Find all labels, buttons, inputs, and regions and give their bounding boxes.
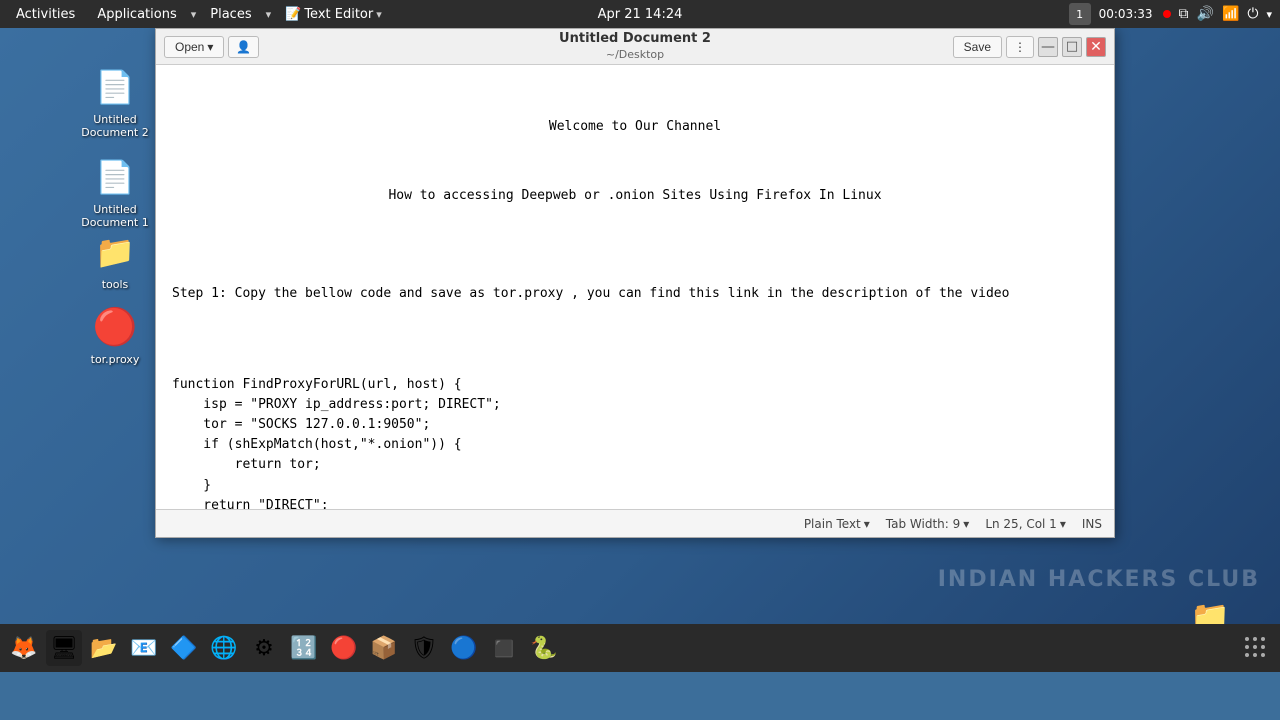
text-editor-menu[interactable]: 📝 Text Editor ▾	[277, 5, 390, 24]
open-button[interactable]: Open ▾	[164, 36, 224, 58]
store-taskbar-icon[interactable]: 📦	[366, 630, 402, 666]
window-btn[interactable]: ⧉	[1179, 6, 1189, 22]
applications-menu[interactable]: Applications	[89, 5, 184, 24]
topbar-datetime: Apr 21 14:24	[598, 7, 683, 22]
applications-arrow: ▾	[191, 8, 197, 21]
maximize-button[interactable]: □	[1062, 37, 1082, 57]
apps-grid-button[interactable]	[1238, 630, 1274, 666]
places-menu[interactable]: Places	[202, 5, 259, 24]
apps-grid-icon	[1245, 637, 1267, 659]
plain-text-dropdown[interactable]: Plain Text ▾	[804, 517, 870, 531]
topbar-left: Activities Applications ▾ Places ▾ 📝 Tex…	[8, 5, 390, 24]
settings-taskbar-icon[interactable]: ⚙	[246, 630, 282, 666]
calc-taskbar-icon[interactable]: 🔢	[286, 630, 322, 666]
desktop-icon-tools[interactable]: 📁 tools	[75, 228, 155, 291]
text-editor-name: Text Editor	[304, 7, 373, 22]
window-controls: Save ⋮ — □ ✕	[953, 36, 1106, 58]
down-arrow[interactable]: ▾	[1266, 8, 1272, 21]
editor-statusbar: Plain Text ▾ Tab Width: 9 ▾ Ln 25, Col 1…	[156, 509, 1114, 537]
step1-intro: Step 1: Copy the bellow code and save as…	[172, 284, 1098, 304]
untitled2-icon: 📄	[91, 63, 139, 111]
taskbar: 🦊 🖥 📂 📧 🔷 🌐 ⚙ 🔢 🔴 📦 🛡 🔵 ⬛ 🐍	[0, 624, 1280, 672]
cursor-pos-arrow: ▾	[1060, 517, 1066, 531]
tab-width-label: Tab Width: 9	[886, 517, 960, 531]
tab-width-dropdown[interactable]: Tab Width: 9 ▾	[886, 517, 970, 531]
mail-taskbar-icon[interactable]: 📧	[126, 630, 162, 666]
minimize-button[interactable]: —	[1038, 37, 1058, 57]
browser-taskbar-icon[interactable]: 🌐	[206, 630, 242, 666]
taskbar-end	[1238, 630, 1274, 666]
menu-button[interactable]: ⋮	[1006, 36, 1034, 58]
desktop-icon-tor-proxy[interactable]: 🔴 tor.proxy	[75, 303, 155, 366]
untitled1-label: UntitledDocument 1	[81, 203, 148, 229]
activities-button[interactable]: Activities	[8, 5, 83, 24]
editor-titlebar: Open ▾ 👤 Untitled Document 2 ~/Desktop S…	[156, 29, 1114, 65]
open-arrow: ▾	[207, 40, 213, 54]
battery-time: 00:03:33	[1099, 7, 1153, 21]
subtitle-heading: How to accessing Deepweb or .onion Sites…	[172, 186, 1098, 206]
workspace-indicator[interactable]: 1	[1069, 3, 1091, 25]
places-arrow: ▾	[266, 8, 272, 21]
topbar: Activities Applications ▾ Places ▾ 📝 Tex…	[0, 0, 1280, 28]
welcome-heading: Welcome to Our Channel	[172, 117, 1098, 137]
tools-icon: 📁	[91, 228, 139, 276]
untitled2-label: UntitledDocument 2	[81, 113, 148, 139]
files-taskbar-icon[interactable]: 📂	[86, 630, 122, 666]
power-icon[interactable]: ⏻	[1247, 6, 1258, 22]
tor-proxy-label: tor.proxy	[91, 353, 140, 366]
cursor-pos-dropdown[interactable]: Ln 25, Col 1 ▾	[985, 517, 1066, 531]
desktop: 📄 UntitledDocument 2 📁 shodenAutomate at…	[0, 28, 1280, 672]
firefox-taskbar-icon[interactable]: 🦊	[6, 630, 42, 666]
open-label: Open	[175, 40, 204, 54]
code-block: function FindProxyForURL(url, host) { is…	[172, 375, 1098, 509]
editor-window: Open ▾ 👤 Untitled Document 2 ~/Desktop S…	[155, 28, 1115, 538]
text-editor-label: 📝	[285, 7, 301, 22]
terminal2-taskbar-icon[interactable]: ⬛	[486, 630, 522, 666]
cursor-pos-label: Ln 25, Col 1	[985, 517, 1057, 531]
shield-taskbar-icon[interactable]: 🛡	[406, 630, 442, 666]
battery-indicator	[1163, 10, 1171, 18]
tools-label: tools	[102, 278, 129, 291]
editor-content[interactable]: Welcome to Our Channel How to accessing …	[156, 65, 1114, 509]
plain-text-label: Plain Text	[804, 517, 861, 531]
editor-title-center: Untitled Document 2 ~/Desktop	[559, 31, 711, 62]
desktop-icon-untitled1[interactable]: 📄 UntitledDocument 1	[75, 153, 155, 229]
save-button[interactable]: Save	[953, 36, 1002, 58]
topbar-right: 1 00:03:33 ⧉ 🔊 📶 ⏻ ▾	[1069, 3, 1272, 25]
ins-indicator: INS	[1082, 517, 1102, 531]
untitled1-icon: 📄	[91, 153, 139, 201]
network-icon[interactable]: 📶	[1222, 6, 1239, 22]
text-editor-arrow: ▾	[376, 8, 382, 21]
red-app-taskbar-icon[interactable]: 🔴	[326, 630, 362, 666]
blue-app-taskbar-icon[interactable]: 🔵	[446, 630, 482, 666]
tab-width-arrow: ▾	[963, 517, 969, 531]
volume-icon[interactable]: 🔊	[1197, 6, 1214, 22]
ins-label: INS	[1082, 517, 1102, 531]
close-button[interactable]: ✕	[1086, 37, 1106, 57]
editor-title: Untitled Document 2	[559, 31, 711, 48]
editor-subtitle: ~/Desktop	[559, 48, 711, 62]
user-icon-btn[interactable]: 👤	[228, 36, 259, 58]
desktop-icon-untitled2[interactable]: 📄 UntitledDocument 2	[75, 63, 155, 139]
app1-taskbar-icon[interactable]: 🔷	[166, 630, 202, 666]
watermark: INDIAN HACKERS CLUB	[938, 567, 1260, 592]
terminal-taskbar-icon[interactable]: 🖥	[46, 630, 82, 666]
tor-proxy-icon: 🔴	[91, 303, 139, 351]
editor-toolbar: Open ▾ 👤	[164, 36, 259, 58]
plain-text-arrow: ▾	[864, 517, 870, 531]
python-taskbar-icon[interactable]: 🐍	[526, 630, 562, 666]
